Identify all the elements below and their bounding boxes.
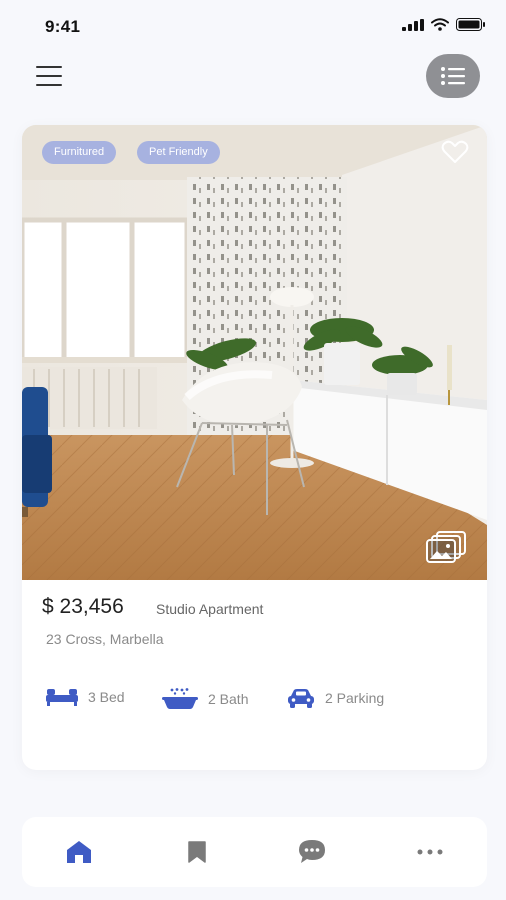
- status-time: 9:41: [45, 17, 81, 36]
- list-view-button[interactable]: [426, 54, 480, 98]
- nav-bookmarks[interactable]: [182, 839, 212, 865]
- status-icons: [402, 18, 486, 31]
- gallery-icon[interactable]: [425, 530, 467, 566]
- battery-icon: [456, 18, 485, 31]
- listing-address: 23 Cross, Marbella: [46, 631, 164, 647]
- signal-icon: [402, 18, 424, 31]
- chat-icon: [299, 840, 325, 863]
- bed-icon: [46, 689, 78, 706]
- status-bar: 9:41: [0, 0, 506, 50]
- favorite-heart-icon[interactable]: [441, 140, 469, 164]
- feature-bath-label: 2 Bath: [208, 691, 249, 707]
- car-icon: [288, 689, 314, 708]
- listing-price: $ 23,456: [42, 595, 124, 618]
- bottom-nav: [22, 817, 487, 887]
- feature-parking-label: 2 Parking: [325, 690, 385, 706]
- listing-photo[interactable]: Furnitured Pet Friendly: [22, 125, 487, 580]
- bathtub-icon: [162, 688, 198, 709]
- more-icon: [417, 849, 443, 855]
- list-icon: [441, 67, 465, 85]
- nav-more[interactable]: [415, 839, 445, 865]
- feature-bed: 3 Bed: [46, 688, 125, 706]
- tag-furnitured: Furnitured: [42, 141, 117, 164]
- home-icon: [67, 841, 91, 863]
- nav-messages[interactable]: [297, 839, 327, 865]
- listing-card[interactable]: Furnitured Pet Friendly $ 23,456 Studio …: [22, 125, 487, 770]
- property-type: Studio Apartment: [156, 601, 264, 617]
- feature-bath: 2 Bath: [162, 688, 248, 710]
- feature-parking: 2 Parking: [287, 688, 384, 708]
- wifi-icon: [431, 18, 449, 31]
- tag-pet-friendly: Pet Friendly: [137, 141, 220, 164]
- bookmark-icon: [188, 841, 206, 863]
- room-illustration: [22, 125, 487, 580]
- nav-home[interactable]: [64, 839, 94, 865]
- feature-bed-label: 3 Bed: [88, 689, 125, 705]
- hamburger-menu-icon[interactable]: [36, 66, 62, 86]
